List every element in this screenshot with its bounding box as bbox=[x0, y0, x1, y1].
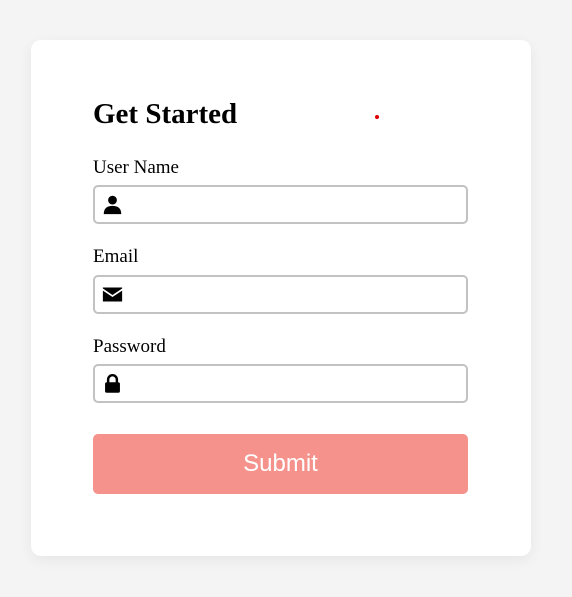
user-icon bbox=[103, 195, 122, 215]
username-field[interactable] bbox=[93, 185, 468, 224]
password-field[interactable] bbox=[93, 364, 468, 403]
lock-icon bbox=[105, 373, 120, 393]
password-input[interactable] bbox=[129, 366, 459, 401]
email-field[interactable] bbox=[93, 275, 468, 314]
username-input[interactable] bbox=[129, 187, 459, 222]
signup-card: Get Started User Name Email Password Sub… bbox=[31, 40, 531, 556]
username-label: User Name bbox=[93, 157, 179, 178]
submit-button[interactable]: Submit bbox=[93, 434, 468, 494]
password-label: Password bbox=[93, 336, 166, 357]
email-input[interactable] bbox=[129, 277, 459, 312]
form-title: Get Started bbox=[93, 98, 238, 130]
envelope-icon bbox=[102, 287, 123, 302]
red-dot bbox=[375, 115, 379, 119]
email-label: Email bbox=[93, 246, 139, 267]
